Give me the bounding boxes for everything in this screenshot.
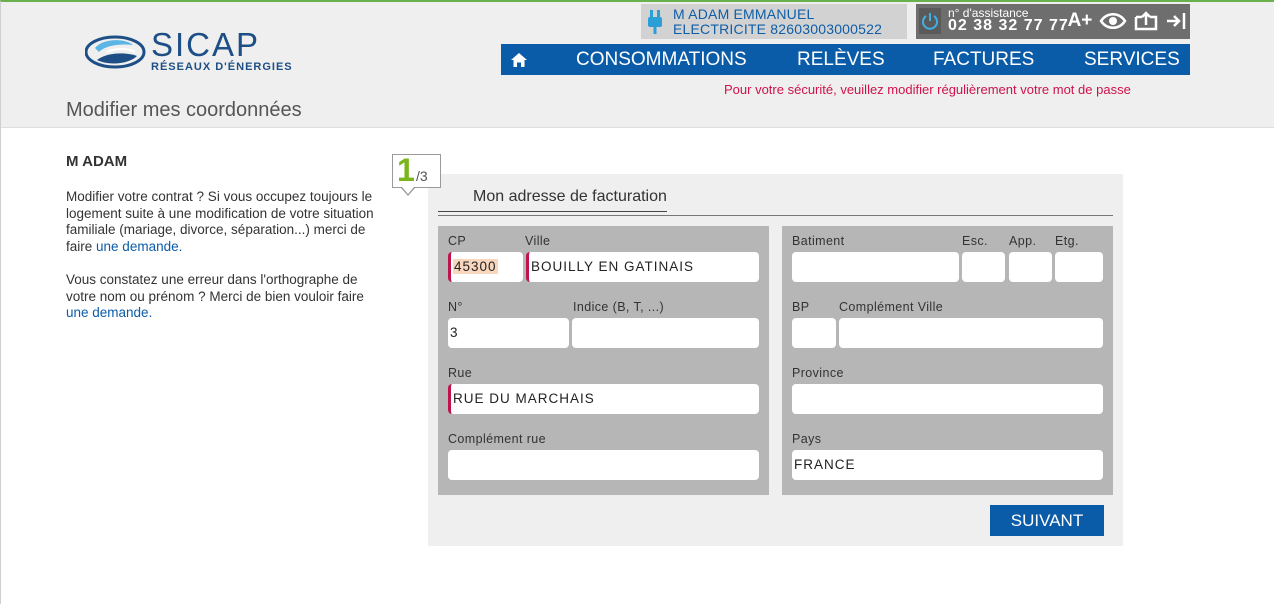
province-input[interactable] (792, 384, 1103, 414)
address-box-right: Batiment Esc. App. Etg. BP Complément Vi… (782, 226, 1113, 495)
nav-factures[interactable]: FACTURES (933, 44, 1034, 75)
rue-label: Rue (448, 366, 473, 380)
page-title: Modifier mes coordonnées (66, 99, 302, 121)
contract-request-link[interactable]: une demande. (96, 239, 182, 254)
account-box[interactable]: M ADAM EMMANUEL ELECTRICITE 826030030005… (641, 4, 907, 39)
pays-input[interactable]: FRANCE (792, 450, 1103, 480)
account-contract: ELECTRICITE 82603003000522 (673, 21, 883, 37)
security-message: Pour votre sécurité, veuillez modifier r… (724, 82, 1131, 97)
ville-input[interactable]: BOUILLY EN GATINAIS (526, 252, 759, 282)
logout-icon[interactable] (1164, 8, 1188, 34)
cp-input[interactable]: 45300 (448, 252, 523, 282)
step-current: 1 (397, 152, 415, 188)
etg-input[interactable] (1055, 252, 1103, 282)
complement-rue-label: Complément rue (448, 432, 547, 446)
assistance-phone[interactable]: 02 38 32 77 77 (948, 17, 1069, 35)
account-holder-name: M ADAM EMMANUEL (673, 6, 815, 22)
home-icon[interactable] (501, 44, 537, 75)
sicap-logo-mark (85, 35, 146, 69)
panel-title: Mon adresse de facturation (473, 188, 667, 205)
province-label: Province (792, 366, 844, 380)
step-indicator: 1 /3 (392, 152, 441, 196)
cp-input-value: 45300 (453, 259, 498, 274)
batiment-label: Batiment (792, 234, 845, 248)
bp-label: BP (792, 300, 810, 314)
name-error-notice: Vous constatez une erreur dans l'orthogr… (66, 272, 386, 322)
indice-label: Indice (B, T, ...) (573, 300, 665, 314)
sicap-logo[interactable]: SICAP RÉSEAUX D'ÉNERGIES (85, 26, 295, 76)
pays-label: Pays (792, 432, 822, 446)
complement-ville-input[interactable] (839, 318, 1103, 348)
app-input[interactable] (1009, 252, 1052, 282)
name-error-text: Vous constatez une erreur dans l'orthogr… (66, 272, 364, 304)
step-total: /3 (416, 168, 428, 184)
assistance-bar: n° d'assistance 02 38 32 77 77 A+ (916, 4, 1190, 39)
customer-name: M ADAM (66, 153, 128, 170)
nav-consommations[interactable]: CONSOMMATIONS (576, 44, 747, 75)
font-increase-icon[interactable]: A+ (1066, 8, 1094, 34)
complement-rue-input[interactable] (448, 450, 759, 480)
power-icon[interactable] (919, 8, 941, 34)
bp-input[interactable] (792, 318, 836, 348)
panel-title-underline (438, 211, 667, 212)
esc-label: Esc. (962, 234, 988, 248)
indice-input[interactable] (572, 318, 759, 348)
nav-releves[interactable]: RELÈVES (797, 44, 885, 75)
main-nav: CONSOMMATIONS RELÈVES FACTURES SERVICES (501, 44, 1190, 75)
eye-icon[interactable] (1098, 8, 1128, 34)
etg-label: Etg. (1055, 234, 1079, 248)
next-button[interactable]: SUIVANT (990, 505, 1104, 536)
numero-label: N° (448, 300, 463, 314)
billing-address-panel: Mon adresse de facturation CP Ville 4530… (428, 174, 1123, 546)
logo-tagline: RÉSEAUX D'ÉNERGIES (151, 61, 293, 73)
esc-input[interactable] (962, 252, 1005, 282)
step-tail-inner (402, 187, 414, 194)
logo-wordmark: SICAP (151, 26, 261, 63)
header: SICAP RÉSEAUX D'ÉNERGIES M ADAM EMMANUEL… (1, 2, 1274, 128)
address-box-left: CP Ville 45300 BOUILLY EN GATINAIS N° In… (438, 226, 769, 495)
plug-icon (648, 10, 662, 34)
nav-services[interactable]: SERVICES (1084, 44, 1180, 75)
numero-input[interactable]: 3 (448, 318, 569, 348)
app-label: App. (1009, 234, 1037, 248)
name-request-link[interactable]: une demande. (66, 305, 152, 320)
batiment-input[interactable] (792, 252, 959, 282)
cp-label: CP (448, 234, 467, 248)
contract-change-notice: Modifier votre contrat ? Si vous occupez… (66, 189, 386, 255)
complement-ville-label: Complément Ville (839, 300, 944, 314)
panel-divider (438, 215, 1113, 216)
ville-label: Ville (525, 234, 551, 248)
rue-input[interactable]: RUE DU MARCHAIS (448, 384, 759, 414)
screen-toggle-icon[interactable] (1132, 8, 1160, 34)
